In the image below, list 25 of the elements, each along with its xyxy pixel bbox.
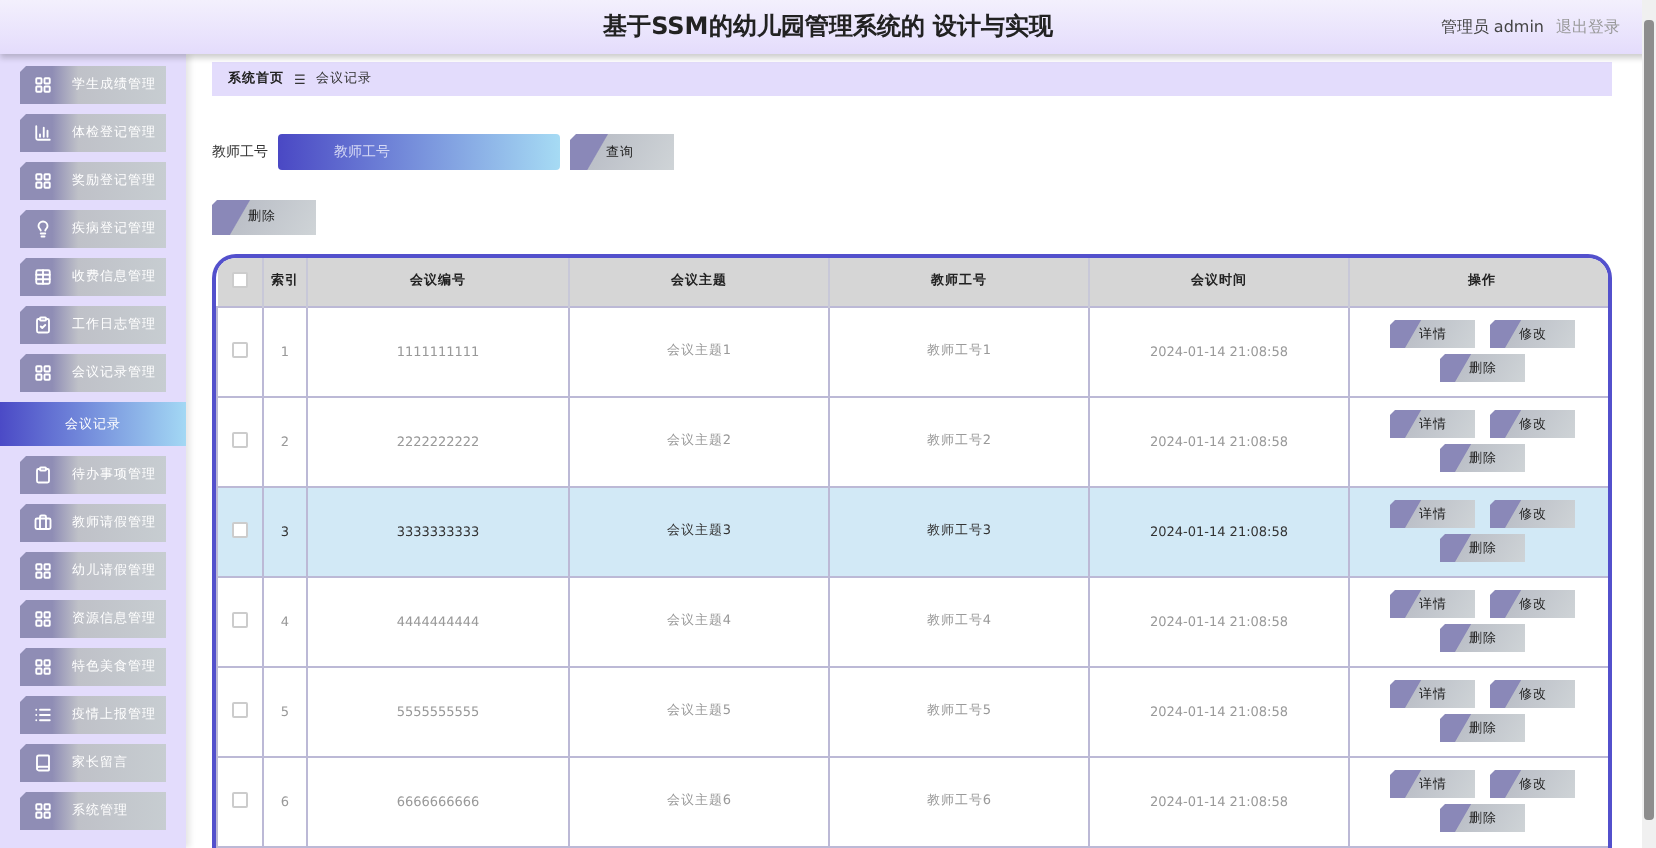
clipboard-check-icon bbox=[34, 316, 52, 334]
scrollbar-thumb[interactable] bbox=[1644, 20, 1654, 820]
checkbox[interactable] bbox=[232, 341, 248, 357]
checkbox[interactable] bbox=[232, 791, 248, 807]
lightbulb-icon bbox=[34, 220, 52, 238]
checkbox[interactable] bbox=[232, 611, 248, 627]
grid-icon bbox=[34, 76, 52, 94]
checkbox[interactable] bbox=[232, 701, 248, 717]
grid-icon bbox=[34, 562, 52, 580]
checkbox[interactable] bbox=[231, 271, 248, 287]
grid-icon bbox=[34, 658, 52, 676]
app-title: 基于SSM的幼儿园管理系统的 设计与实现 bbox=[603, 10, 1053, 44]
table-icon bbox=[34, 268, 52, 286]
briefcase-icon bbox=[34, 514, 52, 532]
checkbox[interactable] bbox=[232, 431, 248, 447]
bar-chart-icon bbox=[34, 124, 52, 142]
list-icon bbox=[34, 706, 52, 724]
user-label: 管理员 admin bbox=[1440, 16, 1544, 38]
grid-icon bbox=[34, 364, 52, 382]
grid-icon bbox=[34, 610, 52, 628]
clipboard-icon bbox=[34, 466, 52, 484]
book-icon bbox=[34, 754, 52, 772]
checkbox[interactable] bbox=[232, 521, 248, 537]
grid-icon bbox=[34, 802, 52, 820]
grid-icon bbox=[34, 172, 52, 190]
